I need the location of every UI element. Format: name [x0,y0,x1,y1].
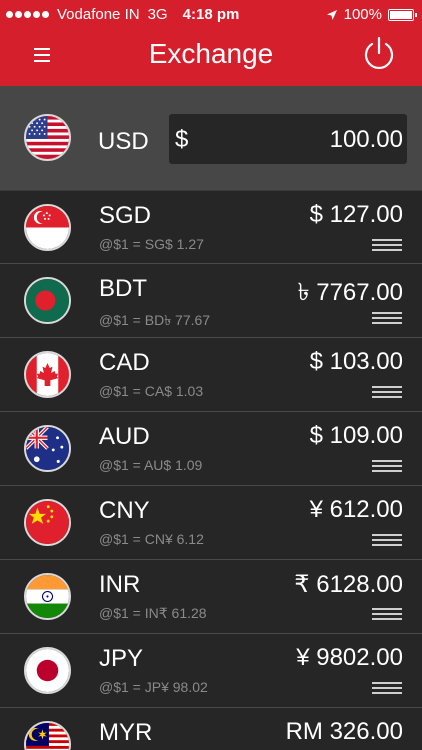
exchange-rate: @$1 = BD৳ 77.67 [99,312,211,328]
my-flag-icon [24,721,71,750]
currency-code: INR [99,571,141,598]
page-title: Exchange [148,38,274,69]
currency-code: SGD [99,202,152,229]
currency-code: MYR [99,719,153,746]
converted-amount: RM 326.00 [285,718,403,745]
reorder-handle-icon[interactable] [372,682,402,694]
exchange-rate: @$1 = AU$ 1.09 [99,457,203,473]
bd-flag-icon [24,277,71,324]
base-amount-value: 100.00 [329,126,403,153]
converted-amount: $ 103.00 [309,348,403,375]
currency-row-inr[interactable]: INR @$1 = IN₹ 61.28 ₹ 6128.00 [0,560,422,634]
sg-flag-icon [24,204,71,251]
reorder-handle-icon[interactable] [372,386,402,398]
exchange-rate: @$1 = SG$ 1.27 [99,236,204,252]
cn-flag-icon [24,499,71,546]
currency-code: BDT [99,275,147,302]
battery-icon [388,8,417,21]
base-currency-code: USD [98,128,149,155]
converted-amount: ৳ 7767.00 [297,279,403,306]
currency-row-aud[interactable]: AUD @$1 = AU$ 1.09 $ 109.00 [0,412,422,486]
converted-amount: ¥ 612.00 [309,496,403,523]
currency-code: CNY [99,497,150,524]
currency-row-jpy[interactable]: JPY @$1 = JP¥ 98.02 ¥ 9802.00 [0,634,422,708]
currency-row-sgd[interactable]: SGD @$1 = SG$ 1.27 $ 127.00 [0,190,422,264]
currency-list: SGD @$1 = SG$ 1.27 $ 127.00 BDT @$1 = BD… [0,190,422,750]
converted-amount: $ 109.00 [309,422,403,449]
currency-row-myr[interactable]: MYR RM 326.00 [0,708,422,750]
base-currency-row: USD $ 100.00 [0,86,422,190]
us-flag-icon [24,114,71,161]
power-icon[interactable] [362,36,396,72]
currency-row-cad[interactable]: CAD @$1 = CA$ 1.03 $ 103.00 [0,338,422,412]
reorder-handle-icon[interactable] [372,239,402,251]
jp-flag-icon [24,647,71,694]
converted-amount: ₹ 6128.00 [294,571,403,598]
base-currency-symbol: $ [175,126,189,153]
reorder-handle-icon[interactable] [372,460,402,472]
status-bar: Vodafone IN 3G 4:18 pm 100% [0,0,422,30]
currency-code: CAD [99,349,150,376]
location-arrow-icon [326,9,337,20]
reorder-handle-icon[interactable] [372,312,402,324]
currency-code: AUD [99,423,150,450]
exchange-rate: @$1 = IN₹ 61.28 [99,605,207,621]
app-header: Vodafone IN 3G 4:18 pm 100% Exchange [0,0,422,86]
in-flag-icon [24,573,71,620]
exchange-rate: @$1 = CA$ 1.03 [99,383,204,399]
reorder-handle-icon[interactable] [372,608,402,620]
battery-percent: 100% [343,6,382,23]
exchange-rate: @$1 = JP¥ 98.02 [99,679,208,695]
exchange-rate: @$1 = CN¥ 6.12 [99,531,204,547]
converted-amount: ¥ 9802.00 [296,644,403,671]
ca-flag-icon [24,351,71,398]
au-flag-icon [24,425,71,472]
base-amount-input[interactable]: $ 100.00 [169,114,407,164]
converted-amount: $ 127.00 [309,201,403,228]
reorder-handle-icon[interactable] [372,534,402,546]
currency-row-cny[interactable]: CNY @$1 = CN¥ 6.12 ¥ 612.00 [0,486,422,560]
currency-code: JPY [99,645,144,672]
currency-row-bdt[interactable]: BDT @$1 = BD৳ 77.67 ৳ 7767.00 [0,264,422,338]
